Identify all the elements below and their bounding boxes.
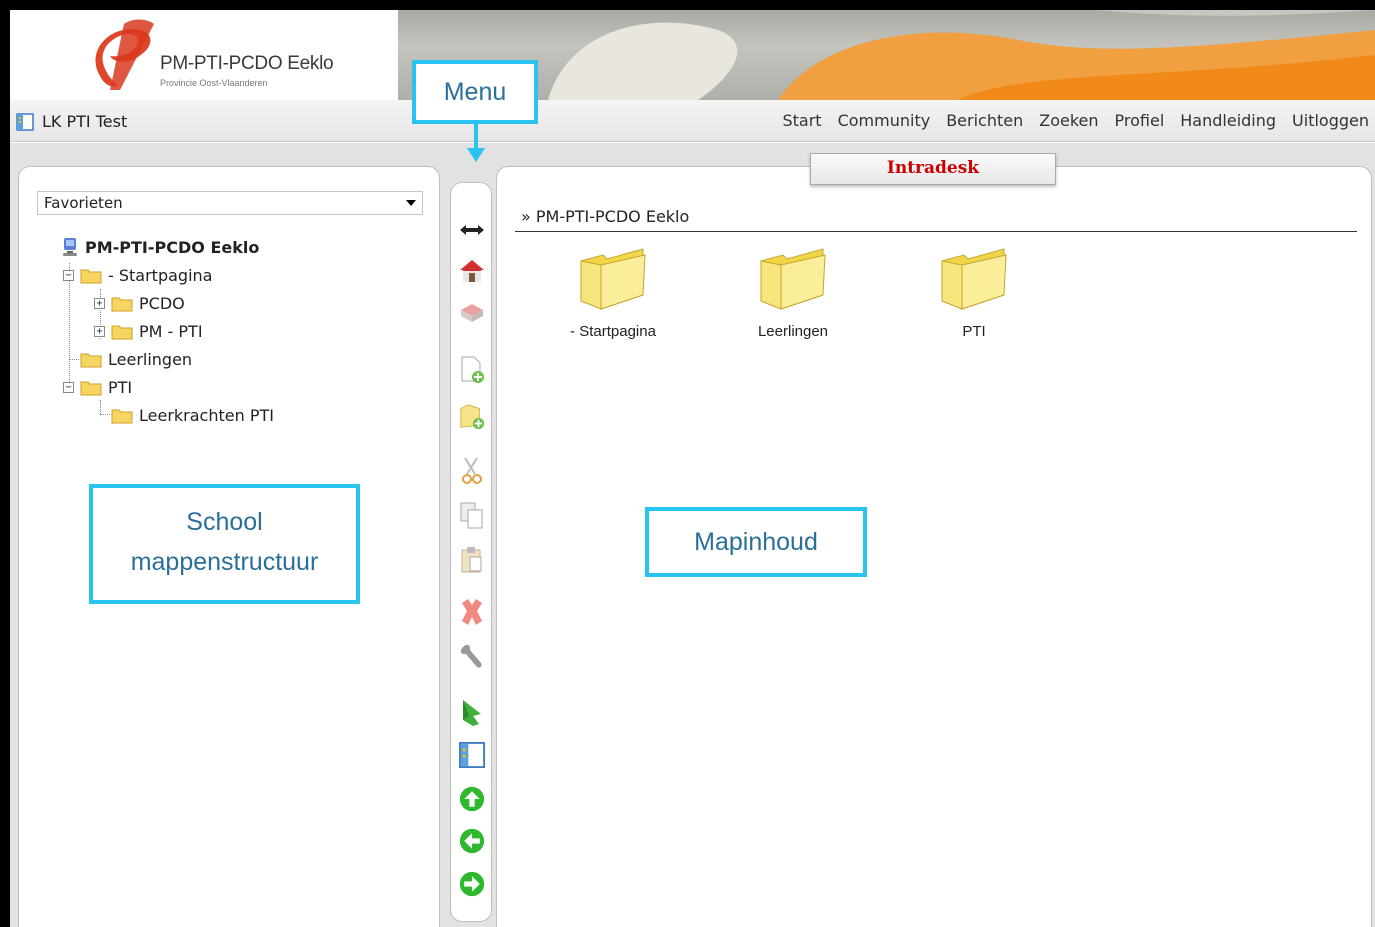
home-icon[interactable] — [459, 256, 485, 286]
expand-icon[interactable]: + — [94, 298, 105, 309]
callout-menu: Menu — [412, 60, 538, 124]
nav-link-zoeken[interactable]: Zoeken — [1039, 111, 1098, 130]
panel-layout-icon[interactable] — [459, 740, 485, 770]
callout-arrow-icon — [467, 124, 485, 162]
nav-link-community[interactable]: Community — [838, 111, 931, 130]
nav-link-handleiding[interactable]: Handleiding — [1180, 111, 1276, 130]
folder-icon — [80, 269, 102, 284]
tree-item-label: Leerkrachten PTI — [139, 406, 274, 425]
tree-line — [100, 400, 101, 414]
forward-arrow-icon[interactable] — [459, 869, 485, 899]
logo-area: PM-PTI-PCDO Eeklo Provincie Oost-Vlaande… — [10, 10, 398, 100]
banner-artwork — [548, 10, 1375, 100]
cut-icon[interactable] — [459, 456, 485, 486]
folder-content-panel: » PM-PTI-PCDO Eeklo - Startpagina Leerli… — [496, 166, 1372, 927]
header-banner: PM-PTI-PCDO Eeklo Provincie Oost-Vlaande… — [10, 10, 1375, 100]
folder-tile-label: Leerlingen — [757, 323, 829, 340]
tree-line — [100, 414, 110, 415]
folder-icon — [80, 381, 102, 396]
back-arrow-icon[interactable] — [459, 826, 485, 856]
tree-root-label: PM-PTI-PCDO Eeklo — [85, 237, 260, 257]
new-folder-icon[interactable] — [459, 402, 485, 432]
folder-tile-label: - Startpagina — [570, 323, 656, 340]
settings-wrench-icon[interactable] — [459, 643, 485, 673]
paste-icon[interactable] — [459, 545, 485, 575]
tree-item-pti[interactable]: − PTI — [63, 378, 132, 397]
callout-folder-content: Mapinhoud — [645, 507, 867, 577]
collapse-icon[interactable]: − — [63, 382, 74, 393]
folder-icon — [941, 248, 1007, 310]
breadcrumb-divider — [515, 231, 1357, 232]
folder-tile-startpagina[interactable]: - Startpagina — [548, 245, 678, 340]
tree-item-label: PM - PTI — [139, 322, 203, 341]
top-navigation-bar: LK PTI Test Start Community Berichten Zo… — [10, 100, 1375, 142]
callout-menu-text: Menu — [443, 78, 507, 106]
nav-link-uitloggen[interactable]: Uitloggen — [1292, 111, 1369, 130]
intradesk-tab-label: Intradesk — [886, 158, 980, 178]
chevron-down-icon — [406, 200, 416, 206]
app-window: PM-PTI-PCDO Eeklo Provincie Oost-Vlaande… — [10, 10, 1375, 927]
callout-school-folder-structure: School mappenstructuur — [89, 484, 360, 604]
nav-link-profiel[interactable]: Profiel — [1115, 111, 1165, 130]
logo-mark-icon — [95, 19, 154, 90]
breadcrumb[interactable]: » PM-PTI-PCDO Eeklo — [521, 207, 689, 226]
up-arrow-icon[interactable] — [459, 784, 485, 814]
intradesk-tab[interactable]: Intradesk — [810, 153, 1056, 185]
tree-item-leerkrachten-pti[interactable]: Leerkrachten PTI — [111, 406, 274, 425]
bookmark-icon[interactable] — [459, 698, 485, 728]
tree-item-label: PTI — [108, 378, 133, 397]
new-file-icon[interactable] — [459, 355, 485, 385]
home-disabled-icon — [459, 297, 485, 327]
nav-links: Start Community Berichten Zoeken Profiel… — [782, 111, 1369, 130]
delete-icon[interactable] — [459, 597, 485, 627]
folder-icon — [760, 248, 826, 310]
tree-item-pcdo[interactable]: + PCDO — [94, 294, 185, 313]
tree-item-label: Leerlingen — [108, 350, 193, 369]
callout-school-line1: School — [186, 508, 263, 536]
nav-link-start[interactable]: Start — [782, 111, 821, 130]
folder-tile-pti[interactable]: PTI — [909, 245, 1039, 340]
menu-toolbar — [450, 182, 492, 922]
logo-title: PM-PTI-PCDO Eeklo — [160, 53, 334, 74]
folder-tile-leerlingen[interactable]: Leerlingen — [728, 245, 858, 340]
folder-icon — [111, 325, 133, 340]
callout-mapinhoud-text: Mapinhoud — [694, 528, 818, 556]
collapse-icon[interactable]: − — [63, 270, 74, 281]
expand-icon[interactable]: + — [94, 326, 105, 337]
tree-item-label: - Startpagina — [108, 266, 213, 285]
callout-school-line2: mappenstructuur — [130, 548, 319, 576]
computer-icon — [63, 238, 77, 256]
logo-subtitle: Provincie Oost-Vlaanderen — [160, 78, 268, 88]
resize-arrows-icon[interactable] — [459, 215, 485, 245]
nav-link-berichten[interactable]: Berichten — [946, 111, 1023, 130]
app-title: LK PTI Test — [42, 112, 128, 131]
tree-item-label: PCDO — [139, 294, 185, 313]
favorites-dropdown[interactable]: Favorieten — [37, 191, 423, 215]
folder-icon — [111, 297, 133, 312]
tree-line — [69, 359, 79, 360]
tree-item-startpagina[interactable]: − - Startpagina — [63, 266, 212, 285]
folder-tile-label: PTI — [962, 323, 986, 340]
folder-icon — [580, 248, 646, 310]
tree-root[interactable]: PM-PTI-PCDO Eeklo — [61, 237, 259, 257]
tree-item-pm-pti[interactable]: + PM - PTI — [94, 322, 203, 341]
folder-icon — [80, 353, 102, 368]
tree-item-leerlingen[interactable]: Leerlingen — [80, 350, 192, 369]
copy-icon[interactable] — [459, 501, 485, 531]
app-title-group: LK PTI Test — [16, 112, 127, 131]
favorites-dropdown-value: Favorieten — [44, 194, 123, 212]
folder-icon — [111, 409, 133, 424]
app-window-icon — [16, 112, 34, 131]
